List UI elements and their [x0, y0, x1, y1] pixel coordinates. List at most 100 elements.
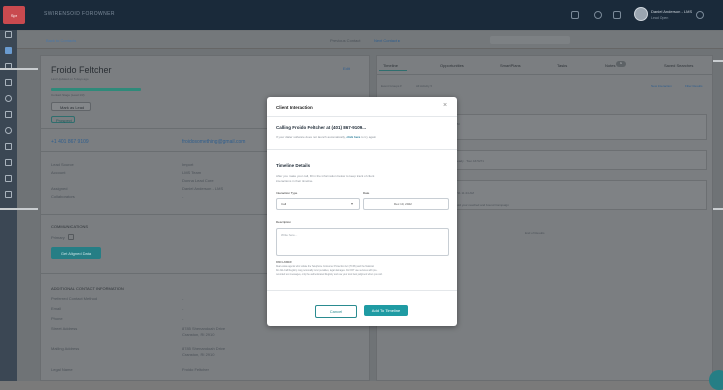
all-activity-filter[interactable]: All Activity ▾ [416, 84, 432, 88]
tab-smartplans[interactable]: SmartPlans [500, 63, 521, 68]
user-role: Lead Open [651, 16, 669, 20]
disclaimer-title: DISCLAIMER [276, 261, 292, 264]
next-contact-link[interactable]: Next Contact ▸ [374, 38, 400, 43]
mark-as-lead-label: Mark as Lead [60, 105, 85, 110]
contact-email[interactable]: froidosomething@gmail.com [182, 139, 245, 145]
date-input[interactable]: Dec 10, 2022 [363, 198, 449, 210]
interaction-type-select[interactable]: Call ▾ [276, 198, 360, 210]
additional-label: Mailing Address [51, 346, 80, 351]
additional-value: Cranston, RI 2910 [182, 352, 215, 357]
additional-info-title: ADDITIONAL CONTACT INFORMATION [51, 286, 124, 291]
cancel-button-label: Cancel [329, 309, 343, 314]
modal-footer-divider [267, 290, 457, 291]
modal-header-divider [267, 116, 457, 117]
search-contacts-input[interactable] [490, 36, 570, 44]
disclaimer-text: Real estate agents who violate the Telep… [276, 266, 374, 268]
additional-value: Cranston, RI 2910 [182, 332, 215, 337]
settings-icon[interactable] [696, 11, 704, 19]
info-label: Lead Source [51, 162, 74, 167]
prospect-tag-label: Prospect [56, 118, 72, 123]
flow-icon[interactable] [5, 111, 12, 118]
contact-phone[interactable]: +1 401 867 9109 [51, 139, 89, 145]
decorative-stroke [713, 208, 723, 210]
timeline-details-title: Timeline Details [276, 163, 311, 168]
date-value: Dec 10, 2022 [394, 202, 412, 206]
active-tab-underline [379, 70, 407, 71]
additional-value: - [182, 316, 184, 321]
tab-saved-searches[interactable]: Saved Searches [664, 63, 693, 68]
mark-as-lead-button[interactable]: Mark as Lead [51, 102, 91, 111]
stage-label: Contact Stage (Lead 1/3) [51, 93, 85, 97]
additional-value: 8785 Shenandoah Drive [182, 326, 226, 331]
stage-progress-fill [51, 88, 141, 91]
divider [376, 74, 713, 75]
end-of-results: End of Results [525, 231, 545, 235]
add-to-timeline-button[interactable]: Add To Timeline [364, 305, 408, 316]
contact-subtitle: Last Updated on 5 days ago [51, 77, 89, 81]
home-icon[interactable] [5, 31, 12, 38]
info-label: Account [51, 170, 66, 175]
disclaimer-text: Do-Not-Call Registry may personally incu… [276, 270, 378, 272]
decorative-stroke [713, 60, 723, 62]
event-groups-filter[interactable]: Event Groups ▾ [381, 84, 402, 88]
info-value: Import [182, 162, 194, 167]
clock-icon[interactable] [5, 127, 12, 134]
additional-value: - [182, 296, 184, 301]
additional-value: Froido Feltcher [182, 367, 209, 372]
stage-progress-bar [51, 88, 141, 91]
contacts-icon[interactable] [5, 47, 12, 54]
contact-nav-bar [17, 31, 723, 49]
edit-contact-link[interactable]: Edit [343, 66, 350, 71]
help-chat-button[interactable] [709, 370, 723, 390]
additional-label: Preferred Contact Method [51, 296, 98, 301]
cancel-button[interactable]: Cancel [315, 305, 357, 318]
previous-contact-link[interactable]: Previous Contact [330, 38, 360, 43]
click-here-link[interactable]: click here [347, 135, 361, 139]
edit-icon[interactable] [5, 159, 12, 166]
modal-title: Client Interaction [276, 105, 313, 110]
tab-opportunities[interactable]: Opportunities [440, 63, 464, 68]
chart-icon[interactable] [5, 143, 12, 150]
calendar-icon[interactable] [5, 175, 12, 182]
info-value: Donna Lead Core [182, 178, 214, 183]
description-textarea[interactable]: Write here... [276, 228, 449, 256]
description-placeholder: Write here... [281, 233, 298, 237]
filter-results-link[interactable]: Filter Results [685, 84, 703, 88]
decorative-stroke [0, 68, 38, 70]
calling-status: Calling Froido Feltcher at (401) 867-910… [276, 125, 367, 130]
additional-value: 8785 Shenandoah Drive [182, 346, 226, 351]
primary-checkbox[interactable] [68, 234, 74, 240]
bell-icon[interactable] [594, 11, 602, 19]
target-icon[interactable] [5, 95, 12, 102]
info-label: Collaborators [51, 194, 75, 199]
additional-label: Email [51, 306, 62, 311]
date-label: Date [363, 191, 370, 195]
info-value: Daniel Anderson - LMS [182, 186, 224, 191]
grid-icon[interactable] [571, 11, 579, 19]
tab-notes[interactable]: Notes [605, 63, 615, 68]
message-icon[interactable] [613, 11, 621, 19]
get-aligned-data-button[interactable]: Get Aligned Data [51, 247, 101, 259]
interaction-type-label: Interaction Type [276, 191, 298, 195]
dialer-hint-suffix: to try again [361, 135, 377, 139]
user-name: Daniel Anderson - LMS [651, 9, 693, 14]
user-avatar[interactable] [634, 7, 648, 21]
breadcrumb-back[interactable]: Back to Contacts [46, 38, 76, 43]
prospect-tag: Prospect [51, 116, 75, 123]
additional-label: Street Address [51, 326, 78, 331]
tab-tasks[interactable]: Tasks [557, 63, 567, 68]
additional-value: - [182, 306, 184, 311]
logo-text: Spr [10, 12, 18, 18]
brand-name: SWIRENSOID FOROWNER [44, 11, 115, 17]
new-interaction-link[interactable]: New Interaction [651, 84, 672, 88]
info-value: LMS Team [182, 170, 202, 175]
get-aligned-data-label: Get Aligned Data [60, 250, 92, 256]
primary-label: Primary [51, 235, 65, 240]
report-icon[interactable] [5, 191, 12, 198]
app-logo[interactable]: Spr [3, 6, 25, 24]
description-label: Description [276, 220, 292, 224]
close-icon[interactable]: × [443, 102, 447, 109]
chevron-down-icon: ▾ [351, 201, 354, 206]
tab-timeline[interactable]: Timeline [383, 63, 398, 68]
document-icon[interactable] [5, 79, 12, 86]
